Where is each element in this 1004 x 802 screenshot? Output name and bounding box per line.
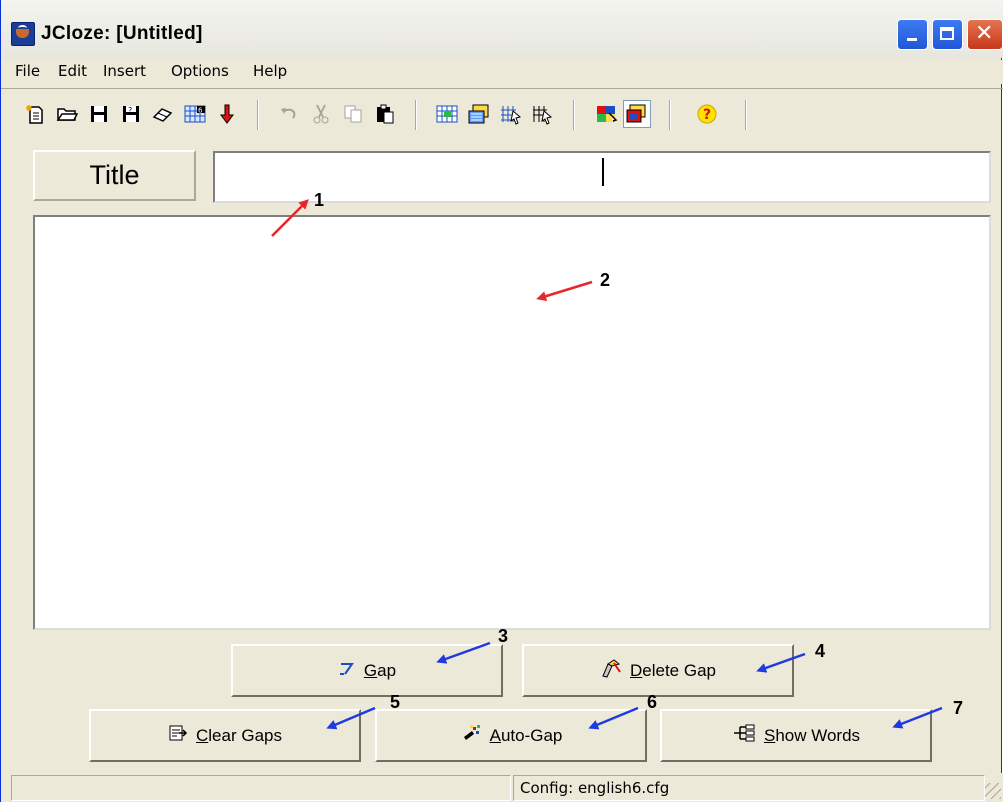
copy-icon[interactable] xyxy=(339,100,367,128)
status-bar: Config: english6.cfg xyxy=(1,773,1003,802)
clear-gaps-label-rest: lear Gaps xyxy=(208,725,282,745)
toolbar-separator xyxy=(573,100,575,130)
svg-text:?: ? xyxy=(128,106,132,115)
gap-button[interactable]: Gap xyxy=(231,644,503,697)
show-words-underline: S xyxy=(763,725,776,745)
minimize-icon xyxy=(907,38,917,41)
maximize-icon xyxy=(940,27,954,40)
cut-icon[interactable] xyxy=(307,100,335,128)
open-folder-icon[interactable] xyxy=(53,100,81,128)
delete-gap-button[interactable]: Delete Gap xyxy=(522,644,794,697)
clear-gaps-button[interactable]: Clear Gaps xyxy=(89,709,361,762)
annotation-number-6: 6 xyxy=(647,692,658,712)
annotation-number-1: 1 xyxy=(314,190,325,210)
magic-wand-icon xyxy=(460,723,482,748)
menu-separator xyxy=(1,88,1003,89)
annotation-number-7: 7 xyxy=(953,698,964,718)
tree-icon xyxy=(732,724,756,747)
menu-edit[interactable]: Edit xyxy=(56,62,89,80)
menu-insert[interactable]: Insert xyxy=(101,62,148,80)
menu-options[interactable]: Options xyxy=(169,62,231,80)
show-words-button[interactable]: Show Words xyxy=(660,709,932,762)
gap-icon xyxy=(338,660,356,681)
paste-icon[interactable] xyxy=(371,100,399,128)
text-caret xyxy=(602,158,604,186)
close-button[interactable]: ✕ xyxy=(967,19,1003,50)
annotation-number-2: 2 xyxy=(600,270,611,290)
show-words-label-rest: how Words xyxy=(775,725,861,745)
gap-button-underline: G xyxy=(363,660,378,680)
save-as-icon[interactable]: ? xyxy=(117,100,145,128)
maximize-button[interactable] xyxy=(932,19,963,50)
auto-gap-label-rest: uto-Gap xyxy=(500,725,563,745)
close-icon: ✕ xyxy=(975,21,994,46)
window-title: JCloze: [Untitled] xyxy=(41,23,203,44)
title-bar[interactable]: JCloze: [Untitled] ✕ xyxy=(1,0,1003,58)
web-page-icon[interactable]: 6 xyxy=(181,100,209,128)
clear-gaps-underline: C xyxy=(196,725,209,745)
minimize-button[interactable] xyxy=(897,19,928,50)
status-pane-left xyxy=(11,775,511,801)
export-arrow-icon[interactable] xyxy=(213,100,241,128)
resize-grip[interactable] xyxy=(985,783,1001,799)
toolbar-separator xyxy=(669,100,671,130)
annotation-number-5: 5 xyxy=(390,692,401,712)
svg-text:?: ? xyxy=(703,107,711,123)
toolbar-separator xyxy=(257,100,259,130)
delete-gap-underline: D xyxy=(629,660,643,680)
status-config: Config: english6.cfg xyxy=(513,775,985,801)
create-web-page-icon[interactable] xyxy=(433,100,461,128)
main-text-area[interactable] xyxy=(33,215,991,630)
export-drag-drop-icon[interactable] xyxy=(497,100,525,128)
menu-bar: File Edit Insert Options Help xyxy=(1,60,1003,84)
toolbar-separator xyxy=(415,100,417,130)
new-file-icon[interactable] xyxy=(21,100,49,128)
annotation-number-4: 4 xyxy=(815,641,826,661)
undo-icon[interactable] xyxy=(275,100,303,128)
menu-help[interactable]: Help xyxy=(251,62,289,80)
eraser-icon[interactable] xyxy=(149,100,177,128)
delete-gap-label-rest: elete Gap xyxy=(642,660,716,680)
eraser-icon xyxy=(600,658,622,683)
jcloze-app-icon[interactable] xyxy=(11,22,35,46)
gap-button-label-rest: ap xyxy=(377,660,397,680)
export-dhtml-icon[interactable] xyxy=(465,100,493,128)
menu-file[interactable]: File xyxy=(13,62,42,80)
annotation-number-3: 3 xyxy=(498,626,509,646)
save-icon[interactable] xyxy=(85,100,113,128)
auto-gap-button[interactable]: Auto-Gap xyxy=(375,709,647,762)
auto-gap-underline: A xyxy=(489,725,501,745)
title-label: Title xyxy=(33,150,196,201)
view-settings-icon[interactable] xyxy=(623,100,651,128)
toolbar-separator xyxy=(745,100,747,130)
export-hotpotatoes-icon[interactable] xyxy=(529,100,557,128)
clear-gaps-icon xyxy=(168,724,188,747)
svg-text:6: 6 xyxy=(198,107,203,115)
configure-output-icon[interactable] xyxy=(593,100,621,128)
app-window: JCloze: [Untitled] ✕ File Edit Insert Op… xyxy=(0,0,1003,802)
toolbar: ? 6 ? xyxy=(1,92,1003,138)
cup-shape xyxy=(16,29,29,38)
help-icon[interactable]: ? xyxy=(693,100,721,128)
